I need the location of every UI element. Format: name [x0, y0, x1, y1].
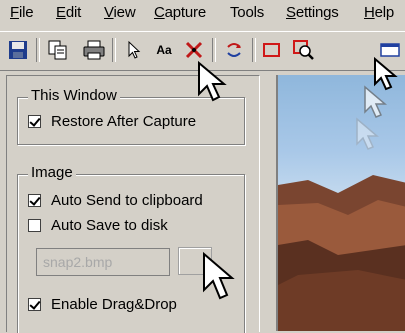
crosshair-icon	[185, 41, 203, 59]
menu-capture-label: apture	[164, 4, 207, 21]
enable-drag-drop-option[interactable]: Enable Drag&Drop	[28, 293, 177, 315]
image-group: Image Auto Send to clipboard Auto Save t…	[17, 164, 245, 333]
restore-after-capture-option[interactable]: Restore After Capture	[28, 110, 196, 132]
toolbar-separator	[112, 38, 116, 62]
menu-file-label: ile	[18, 4, 34, 21]
window-capture-button[interactable]	[376, 36, 404, 64]
menu-help-mnemonic: H	[364, 4, 375, 21]
menu-help[interactable]: Help	[364, 4, 394, 21]
restore-after-capture-checkbox[interactable]	[28, 114, 41, 128]
menu-settings[interactable]: Settings	[286, 4, 339, 21]
auto-send-option[interactable]: Auto Send to clipboard	[28, 189, 203, 211]
menu-tools[interactable]: Tools	[230, 4, 264, 21]
menu-view[interactable]: View	[104, 4, 136, 21]
image-preview[interactable]	[276, 75, 405, 331]
select-arrow-icon	[128, 40, 141, 59]
canyon-photo	[278, 175, 405, 331]
this-window-group: This Window Restore After Capture	[17, 87, 245, 145]
auto-send-label: Auto Send to clipboard	[51, 191, 203, 209]
copy-button[interactable]	[44, 36, 72, 64]
text-capture-icon: Aa	[156, 43, 172, 57]
toolbar-separator	[212, 38, 216, 62]
auto-save-label: Auto Save to disk	[51, 216, 168, 234]
toolbar-separator	[36, 38, 40, 62]
menu-edit-label: dit	[65, 4, 82, 21]
menu-capture[interactable]: Capture	[154, 4, 206, 21]
print-button[interactable]	[80, 36, 108, 64]
window-icon	[380, 43, 400, 57]
rotate-icon	[227, 43, 241, 57]
menu-file[interactable]: File	[10, 4, 34, 21]
save-button[interactable]	[4, 36, 32, 64]
rectangle-icon	[263, 43, 280, 57]
image-group-title: Image	[28, 164, 76, 181]
menu-edit[interactable]: Edit	[56, 4, 81, 21]
this-window-title: This Window	[28, 87, 120, 104]
auto-save-option[interactable]: Auto Save to disk	[28, 214, 168, 236]
menu-help-label: elp	[374, 4, 395, 21]
crosshair-button[interactable]	[180, 36, 208, 64]
menu-capture-mnemonic: C	[154, 4, 165, 21]
menu-edit-mnemonic: E	[56, 4, 66, 21]
auto-send-checkbox[interactable]	[28, 193, 41, 207]
auto-save-checkbox[interactable]	[28, 218, 41, 232]
filename-field[interactable]: snap2.bmp	[36, 248, 170, 276]
copy-icon	[48, 40, 67, 60]
text-capture-button[interactable]: Aa	[150, 36, 178, 64]
enable-drag-drop-checkbox[interactable]	[28, 297, 41, 311]
print-icon	[83, 40, 105, 60]
menu-view-label: iew	[113, 4, 136, 21]
menu-view-mnemonic: V	[104, 4, 114, 21]
menu-tools-label: Tools	[230, 4, 265, 21]
zoom-region-button[interactable]	[290, 36, 318, 64]
zoom-region-icon	[293, 40, 314, 60]
options-panel: This Window Restore After Capture Image …	[6, 75, 260, 333]
enable-drag-drop-label: Enable Drag&Drop	[51, 295, 177, 313]
rectangle-button[interactable]	[258, 36, 286, 64]
browse-button[interactable]	[178, 247, 212, 275]
menu-file-mnemonic: F	[10, 4, 19, 21]
toolbar-separator	[252, 38, 256, 62]
menu-bar: File Edit View Capture Tools Settings He…	[0, 0, 405, 27]
restore-after-capture-label: Restore After Capture	[51, 112, 197, 130]
rotate-button[interactable]	[220, 36, 248, 64]
select-arrow-button[interactable]	[120, 36, 148, 64]
menu-settings-label: ettings	[295, 4, 339, 21]
save-icon	[9, 41, 27, 59]
menu-settings-mnemonic: S	[286, 4, 296, 21]
toolbar: Aa	[0, 31, 405, 71]
